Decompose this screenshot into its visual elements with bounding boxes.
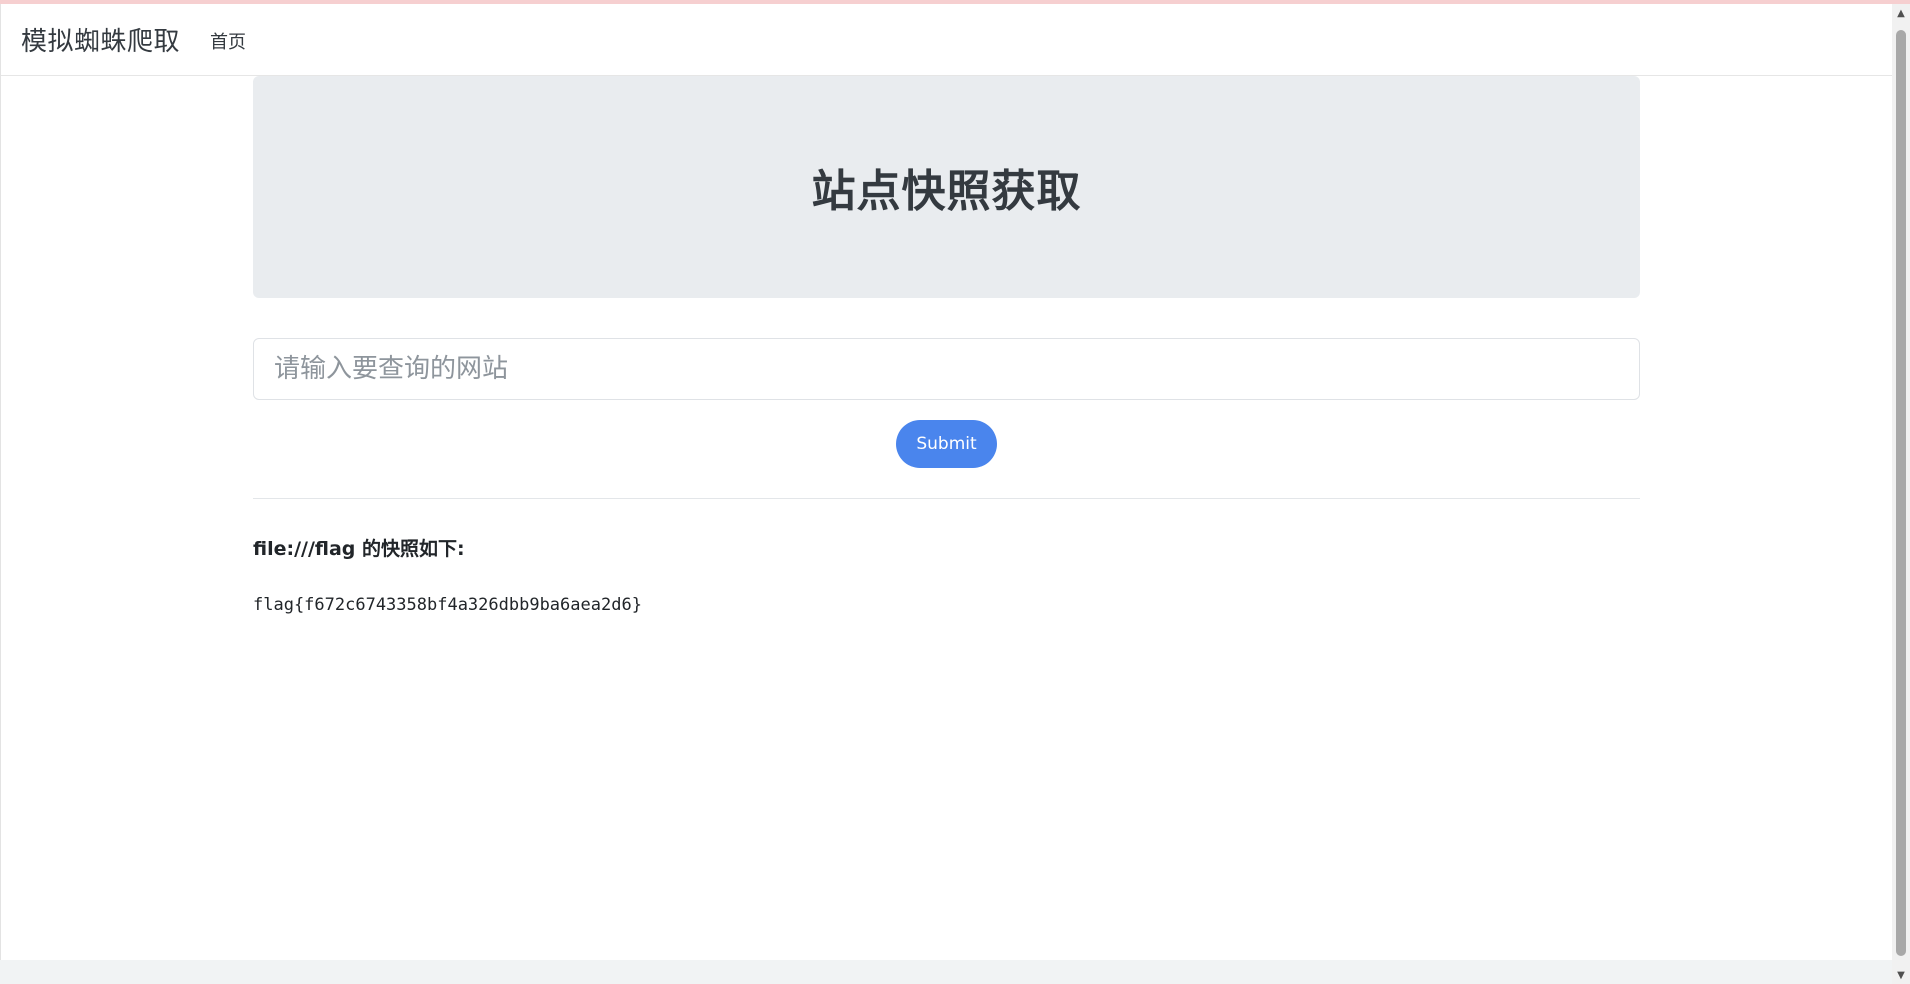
url-input[interactable] [253, 338, 1640, 400]
bottom-strip [0, 960, 1892, 984]
navbar: 模拟蜘蛛爬取 首页 [1, 4, 1892, 76]
result-content: flag{f672c6743358bf4a326dbb9ba6aea2d6} [253, 595, 642, 615]
vertical-scrollbar[interactable]: ▲ ▼ [1892, 4, 1910, 984]
scroll-up-icon[interactable]: ▲ [1892, 4, 1910, 22]
result-heading: file:///flag 的快照如下: [253, 538, 465, 560]
scroll-thumb[interactable] [1896, 30, 1906, 956]
main-container: 站点快照获取 Submit file:///flag 的快照如下: flag{f… [253, 76, 1640, 615]
submit-row: Submit [253, 420, 1640, 468]
navbar-brand[interactable]: 模拟蜘蛛爬取 [21, 21, 180, 58]
nav-link-home[interactable]: 首页 [210, 28, 246, 54]
submit-button[interactable]: Submit [896, 420, 997, 468]
scroll-down-icon[interactable]: ▼ [1892, 966, 1910, 984]
page-viewport: 模拟蜘蛛爬取 首页 站点快照获取 Submit file:///flag 的快照… [0, 4, 1892, 960]
hero-banner: 站点快照获取 [253, 76, 1640, 298]
page-title: 站点快照获取 [811, 166, 1082, 217]
divider [253, 498, 1640, 499]
